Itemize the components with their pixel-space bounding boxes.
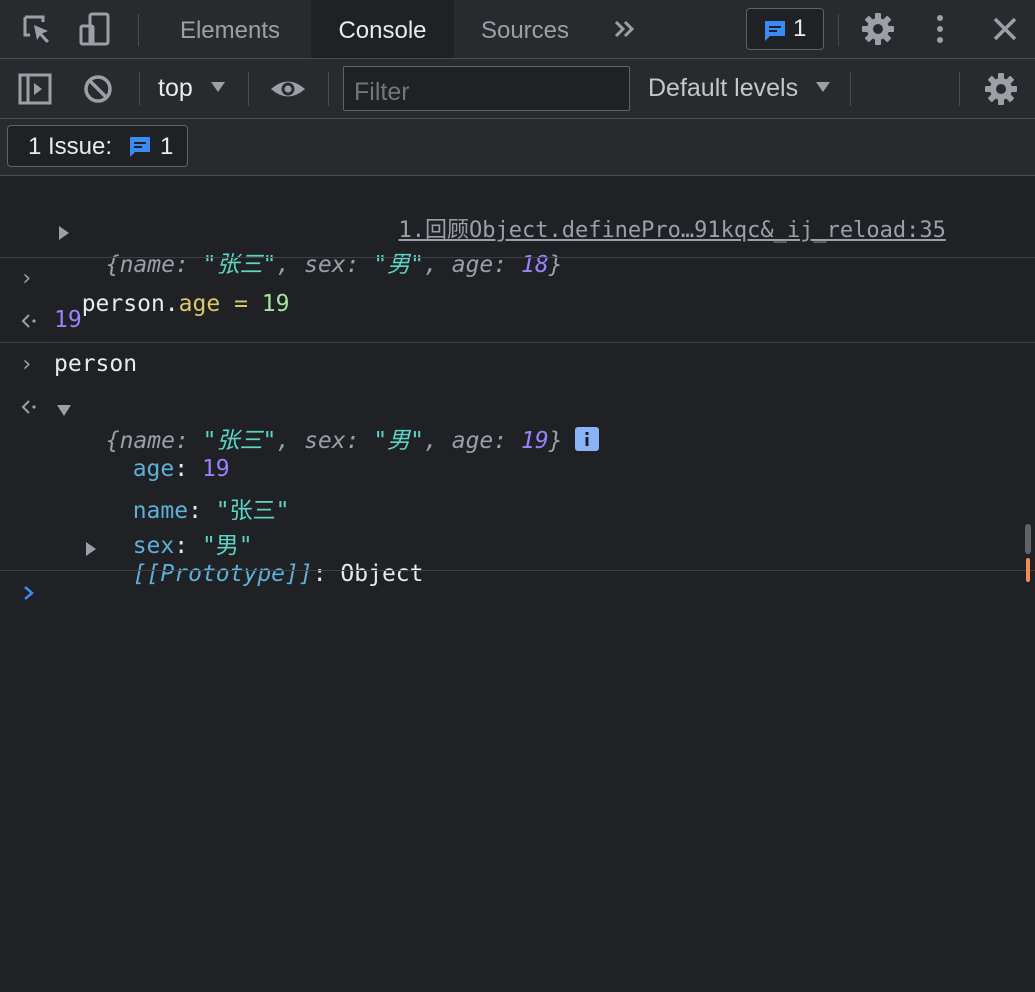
info-icon[interactable] [574, 427, 599, 451]
show-sidebar-icon[interactable] [16, 70, 54, 108]
divider [328, 72, 329, 106]
result-arrow-icon [21, 400, 36, 414]
tab-elements[interactable]: Elements [160, 0, 300, 58]
log-levels-dropdown[interactable]: Default levels [648, 74, 831, 103]
console-toolbar: top Default levels [0, 59, 1035, 119]
expand-arrow-icon[interactable] [57, 225, 71, 241]
devtools-tabbar: Elements Console Sources 1 [0, 0, 1035, 59]
divider [138, 14, 139, 46]
console-settings-gear-icon[interactable] [982, 70, 1020, 108]
live-expression-eye-icon[interactable] [268, 70, 306, 108]
console-input-line: person.age = 19 [81, 291, 290, 317]
more-tabs-chevron-icon[interactable] [606, 10, 644, 48]
settings-gear-icon[interactable] [859, 10, 897, 48]
context-label: top [158, 74, 193, 102]
context-selector[interactable]: top [158, 74, 226, 103]
divider [248, 72, 249, 106]
divider [838, 14, 839, 46]
issues-count: 1 [793, 15, 807, 42]
console-result: 19 [54, 307, 82, 333]
dropdown-arrow-icon [816, 82, 831, 92]
console-input-line: person [54, 351, 138, 377]
filter-input[interactable] [343, 66, 630, 111]
collapse-arrow-icon[interactable] [56, 403, 72, 417]
issues-button[interactable]: 1 Issue: 1 [7, 125, 188, 167]
dropdown-arrow-icon [210, 82, 225, 92]
divider [0, 570, 1035, 571]
log-levels-label: Default levels [648, 74, 799, 102]
divider [959, 72, 960, 106]
device-toolbar-icon[interactable] [76, 10, 114, 48]
scrollbar[interactable] [1025, 524, 1032, 582]
issues-bar: 1 Issue: 1 [0, 119, 1035, 176]
issues-counter-button[interactable]: 1 [746, 8, 824, 50]
divider [0, 342, 1035, 343]
tab-sources[interactable]: Sources [465, 0, 585, 58]
issues-count: 1 [160, 133, 174, 160]
tab-console[interactable]: Console [311, 0, 454, 58]
divider [139, 72, 140, 106]
inspect-element-icon[interactable] [18, 10, 56, 48]
result-arrow-icon [21, 314, 36, 328]
console-prompt-input[interactable] [54, 576, 1014, 612]
message-icon [765, 21, 785, 41]
input-prompt-icon: › [20, 352, 34, 377]
message-icon [130, 137, 150, 157]
divider [850, 72, 851, 106]
close-icon[interactable] [986, 10, 1024, 48]
expand-arrow-icon[interactable] [84, 541, 98, 557]
console-prompt-icon [24, 586, 34, 600]
issues-label: 1 Issue: [28, 133, 113, 160]
clear-console-icon[interactable] [79, 70, 117, 108]
input-prompt-icon: › [20, 266, 34, 291]
divider [0, 257, 1035, 258]
more-options-icon[interactable] [921, 10, 959, 48]
